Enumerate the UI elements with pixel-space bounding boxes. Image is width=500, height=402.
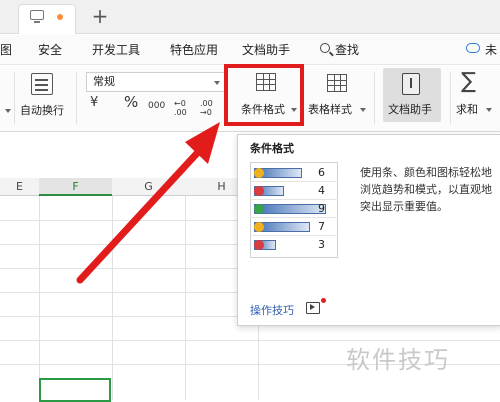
preview-value: 9 — [318, 202, 325, 215]
ribbon-separator — [374, 72, 375, 124]
tooltip-description: 使用条、颜色和图标轻松地浏览趋势和模式，以直观地突出显示重要值。 — [360, 166, 492, 213]
grid-line — [39, 196, 40, 400]
number-format-select[interactable]: 常规 — [86, 72, 226, 92]
preview-value: 4 — [318, 184, 325, 197]
arrow-shaft — [76, 146, 204, 284]
doc-assistant-label[interactable]: 文档助手 — [388, 103, 432, 117]
number-format-value: 常规 — [93, 75, 115, 88]
menu-item-doc-assistant[interactable]: 文档助手 — [242, 42, 290, 58]
selected-cell[interactable] — [39, 378, 111, 402]
preview-value: 3 — [318, 238, 325, 251]
menu-item-security[interactable]: 安全 — [38, 42, 62, 58]
annotation-arrow — [76, 122, 220, 284]
unsaved-dot-icon — [57, 14, 63, 20]
table-style-label[interactable]: 表格样式 — [308, 103, 352, 117]
sum-caret-icon[interactable] — [485, 103, 492, 117]
table-style-icon[interactable] — [327, 74, 347, 92]
sum-label[interactable]: 求和 — [456, 103, 478, 117]
watermark: 软件技巧 — [346, 346, 450, 374]
chevron-down-icon — [214, 81, 220, 85]
menu-item-developer-tools[interactable]: 开发工具 — [92, 42, 140, 58]
sum-icon[interactable]: ∑ — [461, 71, 476, 93]
notification-dot-icon — [321, 298, 326, 303]
preview-value: 7 — [318, 220, 325, 233]
new-tab-button[interactable]: + — [90, 4, 110, 28]
document-tab[interactable] — [18, 4, 76, 34]
menu-item-special-apps[interactable]: 特色应用 — [170, 42, 218, 58]
data-bar — [254, 204, 326, 214]
ribbon-separator — [14, 72, 15, 124]
video-icon[interactable] — [306, 302, 320, 314]
table-style-caret-icon[interactable] — [359, 103, 366, 117]
search-icon[interactable] — [320, 43, 330, 53]
dropdown-caret-icon[interactable] — [4, 104, 11, 118]
menu-item-image[interactable]: 图 — [0, 42, 12, 58]
wrap-text-label[interactable]: 自动换行 — [20, 104, 64, 118]
menu-item-find[interactable]: 查找 — [335, 42, 359, 58]
tips-link[interactable]: 操作技巧 — [250, 302, 294, 318]
cloud-icon[interactable] — [466, 43, 480, 53]
column-header-e[interactable]: E — [0, 178, 39, 196]
monitor-icon — [30, 10, 44, 23]
ribbon-separator — [450, 72, 451, 124]
doc-assistant-icon — [402, 73, 420, 95]
preview-value: 6 — [318, 166, 325, 179]
menu-item-unsynced[interactable]: 未 — [485, 42, 497, 58]
wrap-text-icon[interactable] — [31, 73, 53, 95]
